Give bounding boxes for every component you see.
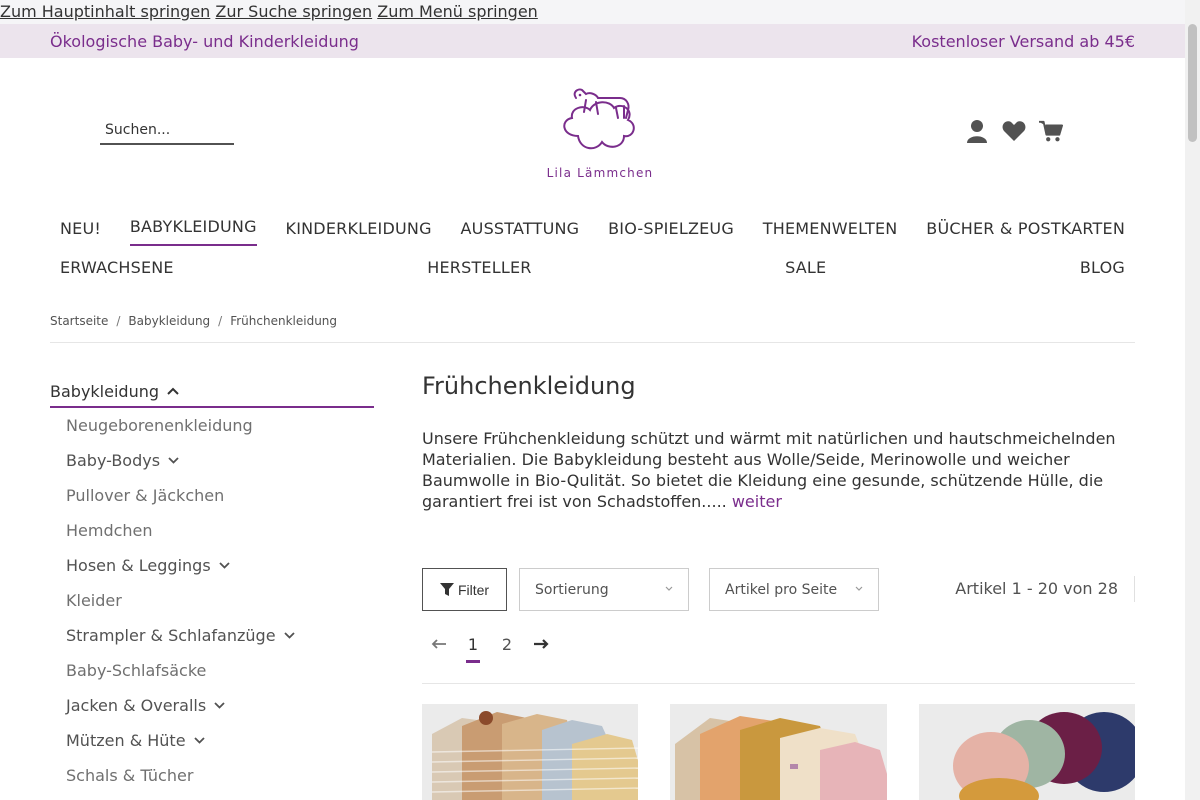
sidebar-item-label: Jacken & Overalls [66, 696, 207, 715]
chevron-down-icon[interactable] [214, 688, 225, 723]
sidebar-item[interactable]: Strampler & Schlafanzüge [66, 618, 374, 653]
sidebar-item-label: Pullover & Jäckchen [66, 486, 225, 505]
sidebar-item[interactable]: Baby-Schlafsäcke [66, 653, 374, 688]
skip-to-main-link[interactable]: Zum Hauptinhalt springen [0, 2, 210, 21]
topbar-shipping-info: Kostenloser Versand ab 45€ [911, 31, 1135, 51]
pagination: 1 2 [422, 630, 1135, 684]
scrollbar-thumb[interactable] [1188, 24, 1197, 142]
nav-item-kinderkleidung[interactable]: KINDERKLEIDUNG [286, 212, 432, 246]
breadcrumb-current: Frühchenkleidung [230, 314, 338, 328]
sidebar-item-label: Baby-Bodys [66, 451, 161, 470]
sidebar-heading[interactable]: Babykleidung [50, 378, 374, 408]
per-page-select[interactable]: Artikel pro Seite [709, 568, 879, 611]
sidebar-item-label: Schals & Tücher [66, 766, 194, 785]
breadcrumb: Startseite / Babykleidung / Frühchenkleidung [50, 314, 1135, 343]
sidebar-item-label: Hosen & Leggings [66, 556, 211, 575]
brand-name: Lila Lämmchen [546, 166, 654, 180]
sidebar-item-label: Hemdchen [66, 521, 153, 540]
product-grid [422, 704, 1135, 800]
chevron-down-icon [855, 584, 863, 595]
nav-item-neu[interactable]: NEU! [60, 212, 101, 246]
nav-item-buecher-postkarten[interactable]: BÜCHER & POSTKARTEN [926, 212, 1125, 246]
sidebar-item-label: Strampler & Schlafanzüge [66, 626, 276, 645]
nav-item-themenwelten[interactable]: THEMENWELTEN [763, 212, 898, 246]
sidebar-item[interactable]: Jacken & Overalls [66, 688, 374, 723]
filter-button-label: Filter [457, 581, 490, 598]
main-content: Frühchenkleidung Unsere Frühchenkleidung… [422, 368, 1135, 512]
skip-to-menu-link[interactable]: Zum Menü springen [377, 2, 538, 21]
breadcrumb-startseite[interactable]: Startseite [50, 314, 108, 328]
nav-item-sale[interactable]: SALE [785, 251, 826, 285]
header-actions [965, 118, 1063, 144]
breadcrumb-separator: / [116, 314, 121, 328]
logo[interactable]: Lila Lämmchen [540, 84, 660, 184]
top-bar: Ökologische Baby- und Kinderkleidung Kos… [0, 24, 1185, 58]
product-image-bodies[interactable] [422, 704, 639, 800]
read-more-link[interactable]: weiter [732, 492, 782, 511]
sidebar-item[interactable]: Kleider [66, 583, 374, 618]
sidebar-item[interactable]: Mützen & Hüte [66, 723, 374, 758]
filter-button[interactable]: Filter [422, 568, 507, 611]
search-box [100, 118, 234, 145]
topbar-tagline: Ökologische Baby- und Kinderkleidung [50, 31, 359, 51]
breadcrumb-babykleidung[interactable]: Babykleidung [128, 314, 210, 328]
page-scrollbar[interactable] [1185, 0, 1200, 800]
nav-item-erwachsene[interactable]: ERWACHSENE [60, 251, 174, 285]
nav-row-1: NEU! BABYKLEIDUNG KINDERKLEIDUNG AUSSTAT… [50, 212, 1135, 246]
product-toolbar: Filter Sortierung Artikel pro Seite Arti… [422, 568, 1135, 611]
nav-item-blog[interactable]: BLOG [1080, 251, 1125, 285]
nav-item-babykleidung[interactable]: BABYKLEIDUNG [129, 212, 257, 246]
nav-row-2: ERWACHSENE HERSTELLER SALE BLOG [50, 251, 1135, 285]
page-1-link[interactable]: 1 [466, 630, 480, 663]
filter-icon [439, 582, 454, 596]
category-sidebar: Babykleidung Neugeborenenkleidung Baby-Bo… [50, 378, 374, 793]
nav-item-ausstattung[interactable]: AUSSTATTUNG [461, 212, 580, 246]
chevron-down-icon[interactable] [168, 443, 179, 478]
product-image-jackets[interactable] [670, 704, 887, 800]
chevron-down-icon[interactable] [193, 723, 205, 758]
main-navigation: NEU! BABYKLEIDUNG KINDERKLEIDUNG AUSSTAT… [50, 212, 1135, 285]
prev-page-arrow-icon[interactable] [422, 630, 456, 660]
breadcrumb-separator: / [218, 314, 223, 328]
sidebar-item-label: Mützen & Hüte [66, 731, 186, 750]
per-page-select-label: Artikel pro Seite [725, 581, 838, 598]
sidebar-item[interactable]: Neugeborenenkleidung [66, 408, 374, 443]
sidebar-item-label: Baby-Schlafsäcke [66, 661, 207, 680]
cart-icon[interactable] [1039, 118, 1063, 144]
sidebar-category-list: Neugeborenenkleidung Baby-Bodys Pullover &… [50, 408, 374, 793]
search-input[interactable] [100, 118, 234, 142]
sidebar-heading-label: Babykleidung [50, 381, 159, 401]
sidebar-item-label: Kleider [66, 591, 122, 610]
heart-icon[interactable] [1002, 118, 1026, 144]
page-2-link[interactable]: 2 [490, 630, 524, 660]
lamb-logo-icon [563, 88, 635, 150]
article-count: Artikel 1 - 20 von 28 [955, 576, 1135, 602]
sidebar-item[interactable]: Pullover & Jäckchen [66, 478, 374, 513]
next-page-arrow-icon[interactable] [524, 630, 558, 660]
chevron-down-icon [665, 584, 673, 595]
category-description: Unsere Frühchenkleidung schützt und wärm… [422, 428, 1135, 512]
nav-item-bio-spielzeug[interactable]: BIO-SPIELZEUG [608, 212, 734, 246]
nav-item-hersteller[interactable]: HERSTELLER [427, 251, 531, 285]
sidebar-item[interactable]: Schals & Tücher [66, 758, 374, 793]
sidebar-item[interactable]: Baby-Bodys [66, 443, 374, 478]
sidebar-item-label: Neugeborenenkleidung [66, 416, 253, 435]
sort-select[interactable]: Sortierung [519, 568, 689, 611]
product-image-hats[interactable] [918, 704, 1135, 800]
skip-links: Zum Hauptinhalt springen Zur Suche sprin… [0, 0, 1200, 24]
sidebar-item[interactable]: Hosen & Leggings [66, 548, 374, 583]
sidebar-item[interactable]: Hemdchen [66, 513, 374, 548]
chevron-down-icon[interactable] [219, 548, 230, 583]
skip-to-search-link[interactable]: Zur Suche springen [215, 2, 372, 21]
user-icon[interactable] [965, 118, 989, 144]
sort-select-label: Sortierung [535, 581, 609, 598]
page-title: Frühchenkleidung [422, 372, 636, 400]
chevron-down-icon[interactable] [283, 618, 295, 653]
chevron-up-icon [167, 384, 179, 398]
